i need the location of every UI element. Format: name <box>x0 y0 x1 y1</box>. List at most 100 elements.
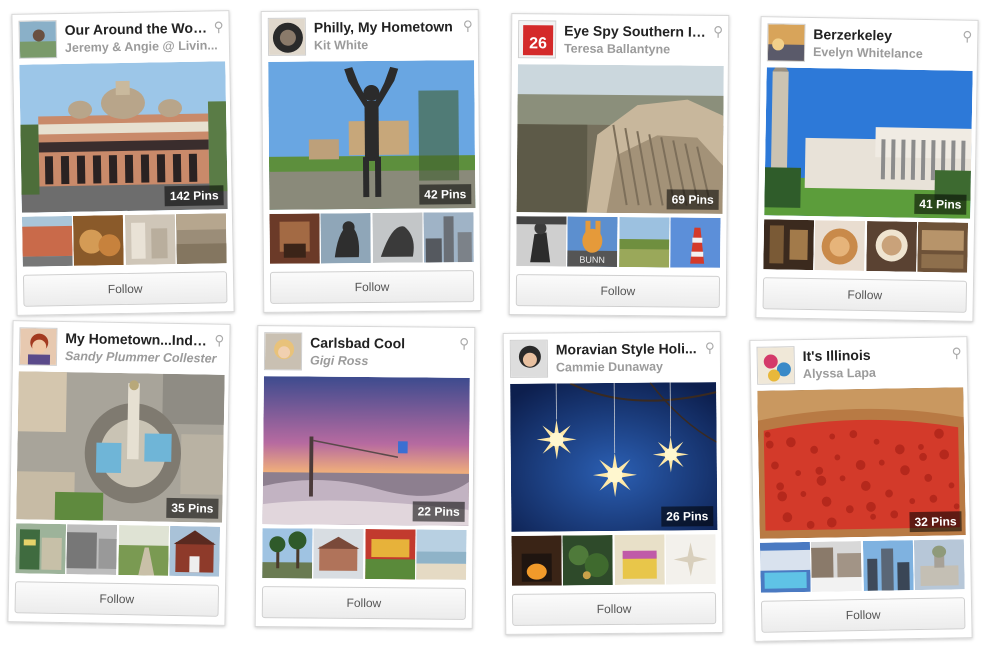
board-cover-image[interactable]: 26 Pins <box>510 382 718 532</box>
pin-thumbnail[interactable] <box>618 217 670 268</box>
pin-thumbnail[interactable] <box>364 529 416 580</box>
pin-count-badge: 32 Pins <box>909 511 962 533</box>
board-thumbnails <box>269 212 474 264</box>
board-cover-image[interactable]: 22 Pins <box>262 376 470 526</box>
pin-thumbnail[interactable] <box>73 215 125 266</box>
map-pin-icon <box>963 30 972 43</box>
board-card[interactable]: Carlsbad Cool Gigi Ross 22 Pins Follow <box>254 325 476 629</box>
board-title[interactable]: My Hometown...India... <box>65 330 209 349</box>
pin-thumbnail[interactable] <box>913 539 965 591</box>
board-thumbnails <box>759 539 965 593</box>
pin-thumbnail[interactable] <box>21 215 73 267</box>
map-pin-icon <box>706 341 714 355</box>
pin-thumbnail[interactable] <box>562 535 614 586</box>
owner-avatar[interactable] <box>766 23 806 62</box>
board-owner[interactable]: Teresa Ballantyne <box>564 42 718 57</box>
follow-button[interactable]: Follow <box>760 597 966 633</box>
board-title[interactable]: Carlsbad Cool <box>310 335 454 352</box>
owner-avatar[interactable] <box>756 346 796 385</box>
follow-button[interactable]: Follow <box>762 277 968 313</box>
pin-thumbnail[interactable] <box>372 212 423 263</box>
pin-thumbnail[interactable] <box>670 217 721 268</box>
pin-thumbnail[interactable] <box>614 534 665 585</box>
pin-thumbnail[interactable] <box>169 525 221 577</box>
board-card[interactable]: 26 Eye Spy Southern Illi... Teresa Balla… <box>508 13 730 317</box>
board-card[interactable]: It's Illinois Alyssa Lapa 32 Pins Follow <box>749 336 973 642</box>
follow-button[interactable]: Follow <box>511 592 717 626</box>
board-thumbnails: BUNN <box>516 216 721 268</box>
board-title[interactable]: It's Illinois <box>803 345 947 364</box>
pin-count-badge: 35 Pins <box>166 497 219 519</box>
board-cover-image[interactable]: 35 Pins <box>16 371 225 523</box>
pin-thumbnail[interactable] <box>865 221 917 272</box>
board-cover-image[interactable]: 42 Pins <box>268 60 476 210</box>
board-card[interactable]: Our Around the Wor... Jeremy & Angie @ L… <box>11 10 235 316</box>
pin-thumbnail[interactable] <box>320 213 372 264</box>
follow-button[interactable]: Follow <box>261 586 467 620</box>
map-pin-icon <box>952 346 961 360</box>
owner-avatar[interactable] <box>509 339 549 378</box>
board-owner[interactable]: Kit White <box>314 37 468 52</box>
map-pin-icon <box>215 334 224 347</box>
owner-avatar[interactable] <box>18 20 58 59</box>
svg-text:BUNN: BUNN <box>580 255 606 265</box>
board-thumbnails <box>511 534 716 586</box>
board-card[interactable]: Berzerkeley Evelyn Whitelance 41 Pins Fo… <box>755 16 979 322</box>
board-cover-image[interactable]: 69 Pins <box>516 64 724 214</box>
follow-button[interactable]: Follow <box>269 270 475 304</box>
owner-avatar[interactable] <box>263 332 303 371</box>
board-header: Our Around the Wor... Jeremy & Angie @ L… <box>18 17 224 65</box>
follow-button[interactable]: Follow <box>515 274 721 308</box>
board-thumbnails <box>15 523 221 577</box>
pin-thumbnail[interactable] <box>66 524 118 575</box>
pin-thumbnail[interactable]: BUNN <box>567 216 618 267</box>
pin-thumbnail[interactable] <box>516 216 567 267</box>
pin-thumbnail[interactable] <box>117 525 169 576</box>
board-title[interactable]: Eye Spy Southern Illi... <box>564 23 708 40</box>
board-title[interactable]: Our Around the Wor... <box>65 19 209 38</box>
pin-thumbnail[interactable] <box>862 540 914 591</box>
pin-thumbnail[interactable] <box>511 535 562 586</box>
owner-avatar[interactable] <box>18 327 58 366</box>
board-card[interactable]: My Hometown...India... Sandy Plummer Col… <box>7 320 231 626</box>
pin-thumbnail[interactable] <box>175 213 227 265</box>
pin-count-badge: 41 Pins <box>914 193 967 215</box>
board-owner[interactable]: Sandy Plummer Collester <box>65 349 219 366</box>
pin-thumbnail[interactable] <box>917 221 969 273</box>
pin-thumbnail[interactable] <box>416 529 467 580</box>
owner-avatar[interactable]: 26 <box>517 20 557 59</box>
map-pin-icon <box>714 25 722 38</box>
pin-thumbnail[interactable] <box>665 534 716 585</box>
board-title[interactable]: Berzerkeley <box>813 26 957 45</box>
board-header: It's Illinois Alyssa Lapa <box>756 343 962 391</box>
board-cover-image[interactable]: 142 Pins <box>19 61 228 213</box>
pin-thumbnail[interactable] <box>15 523 67 575</box>
board-card[interactable]: Moravian Style Holi... Cammie Dunaway 26… <box>502 331 724 635</box>
board-owner[interactable]: Jeremy & Angie @ Livin... <box>65 38 219 55</box>
pin-thumbnail[interactable] <box>814 220 866 271</box>
owner-avatar[interactable] <box>267 17 307 56</box>
map-pin-icon <box>464 19 472 33</box>
board-header: My Hometown...India... Sandy Plummer Col… <box>18 327 224 375</box>
pin-thumbnail[interactable] <box>269 213 320 264</box>
board-owner[interactable]: Evelyn Whitelance <box>813 45 967 62</box>
board-owner[interactable]: Alyssa Lapa <box>803 364 957 381</box>
board-title[interactable]: Moravian Style Holi... <box>556 340 700 357</box>
board-cover-image[interactable]: 32 Pins <box>757 387 966 539</box>
board-owner[interactable]: Gigi Ross <box>310 354 464 369</box>
board-card[interactable]: Philly, My Hometown Kit White 42 Pins Fo… <box>260 9 482 313</box>
board-owner[interactable]: Cammie Dunaway <box>556 359 710 375</box>
follow-button[interactable]: Follow <box>22 271 228 307</box>
pin-thumbnail[interactable] <box>811 541 863 592</box>
pin-thumbnail[interactable] <box>262 528 313 579</box>
follow-button[interactable]: Follow <box>14 581 220 617</box>
pin-count-badge: 42 Pins <box>419 184 472 205</box>
pin-thumbnail[interactable] <box>124 214 176 265</box>
board-thumbnails <box>21 213 227 267</box>
board-title[interactable]: Philly, My Hometown <box>314 18 458 35</box>
pin-thumbnail[interactable] <box>763 219 815 271</box>
pin-thumbnail[interactable] <box>423 212 474 263</box>
board-cover-image[interactable]: 41 Pins <box>764 67 973 219</box>
pin-thumbnail[interactable] <box>313 528 364 579</box>
pin-thumbnail[interactable] <box>759 541 811 593</box>
